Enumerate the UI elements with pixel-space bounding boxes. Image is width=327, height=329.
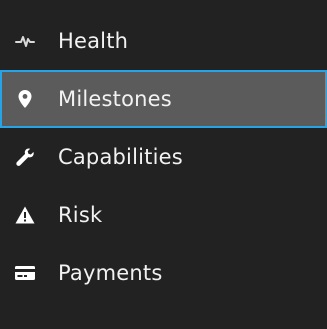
wrench-icon bbox=[14, 146, 36, 168]
menu-item-risk[interactable]: Risk bbox=[0, 186, 327, 244]
menu-item-label: Capabilities bbox=[58, 145, 183, 169]
credit-card-icon bbox=[14, 262, 36, 284]
pulse-icon bbox=[14, 30, 36, 52]
side-menu: Health Milestones Capabilities Risk Paym… bbox=[0, 0, 327, 329]
map-marker-icon bbox=[14, 88, 36, 110]
menu-item-label: Milestones bbox=[58, 87, 172, 111]
warning-icon bbox=[14, 204, 36, 226]
menu-item-label: Payments bbox=[58, 261, 163, 285]
menu-item-label: Risk bbox=[58, 203, 103, 227]
menu-item-milestones[interactable]: Milestones bbox=[0, 70, 327, 128]
menu-item-payments[interactable]: Payments bbox=[0, 244, 327, 302]
menu-item-health[interactable]: Health bbox=[0, 12, 327, 70]
menu-item-capabilities[interactable]: Capabilities bbox=[0, 128, 327, 186]
menu-item-label: Health bbox=[58, 29, 129, 53]
